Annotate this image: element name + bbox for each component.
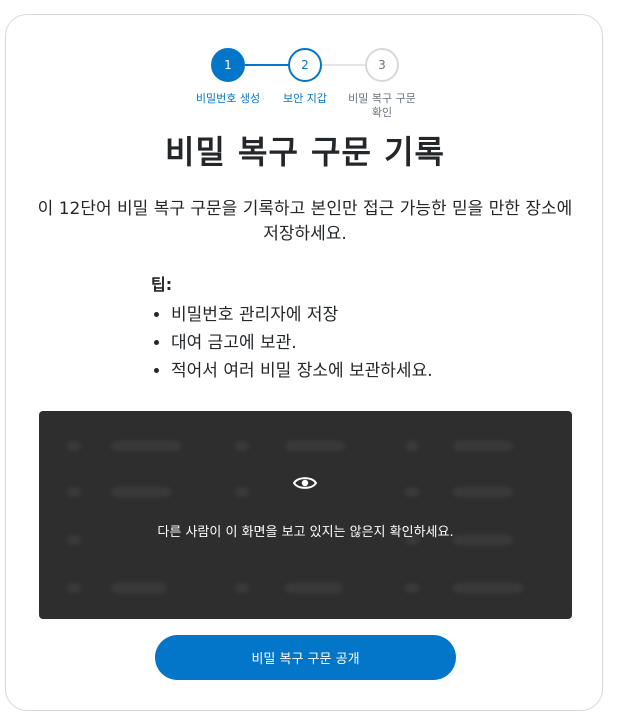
blurred-word <box>111 487 171 497</box>
blurred-word <box>111 583 167 593</box>
blurred-word <box>405 441 419 451</box>
step-2-number: 2 <box>301 58 309 72</box>
progress-stepper: 1 2 3 비밀번호 생성 보안 지갑 비밀 복구 구문 확인 <box>6 15 604 135</box>
blurred-word <box>453 441 513 451</box>
eye-icon <box>293 477 317 489</box>
blurred-word <box>67 583 81 593</box>
blurred-word <box>111 441 181 451</box>
blurred-word <box>235 441 249 451</box>
page-description: 이 12단어 비밀 복구 구문을 기록하고 본인만 접근 가능한 믿을 만한 장… <box>37 199 573 244</box>
privacy-warning: 다른 사람이 이 화면을 보고 있지는 않은지 확인하세요. <box>157 525 454 540</box>
step-3-circle: 3 <box>365 48 399 82</box>
blurred-word <box>453 487 513 497</box>
tip-item: 적어서 여러 비밀 장소에 보관하세요. <box>171 357 551 385</box>
blurred-word <box>405 583 419 593</box>
blurred-word-grid <box>39 411 572 619</box>
step-3-number: 3 <box>378 58 386 72</box>
tip-item: 대여 금고에 보관. <box>171 329 551 357</box>
tips-section: 팁: 비밀번호 관리자에 저장 대여 금고에 보관. 적어서 여러 비밀 장소에… <box>151 273 551 385</box>
step-3-label: 비밀 복구 구문 확인 <box>348 92 416 119</box>
blurred-word <box>285 441 345 451</box>
tips-list: 비밀번호 관리자에 저장 대여 금고에 보관. 적어서 여러 비밀 장소에 보관… <box>151 301 551 385</box>
onboarding-card: 1 2 3 비밀번호 생성 보안 지갑 비밀 복구 구문 확인 비밀 복구 구문… <box>5 14 603 711</box>
hidden-srp-overlay[interactable]: 다른 사람이 이 화면을 보고 있지는 않은지 확인하세요. <box>39 411 572 619</box>
reveal-srp-button[interactable]: 비밀 복구 구문 공개 <box>155 635 456 680</box>
blurred-word <box>235 583 249 593</box>
tip-item: 비밀번호 관리자에 저장 <box>171 301 551 329</box>
step-1-number: 1 <box>224 58 232 72</box>
blurred-word <box>235 487 249 497</box>
step-2-label: 보안 지갑 <box>283 92 327 105</box>
blurred-word <box>67 441 81 451</box>
blurred-word <box>405 487 419 497</box>
blurred-word <box>67 487 81 497</box>
step-2-circle: 2 <box>288 48 322 82</box>
blurred-word <box>453 583 523 593</box>
step-1-circle: 1 <box>211 48 245 82</box>
tips-heading: 팁: <box>151 275 173 294</box>
blurred-word <box>285 583 343 593</box>
page-title: 비밀 복구 구문 기록 <box>165 133 445 171</box>
